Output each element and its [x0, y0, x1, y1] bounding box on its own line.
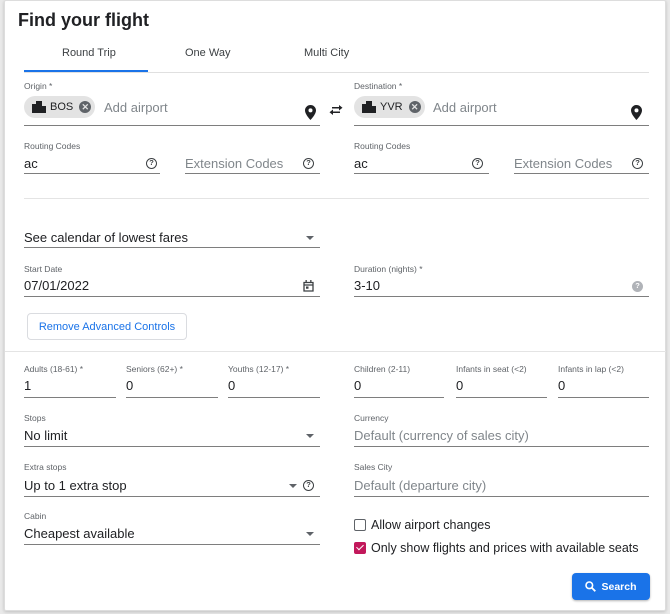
- adults-input[interactable]: 1: [24, 378, 31, 393]
- calendar-icon[interactable]: [303, 280, 314, 292]
- help-icon[interactable]: ?: [632, 281, 643, 292]
- caret-down-icon[interactable]: [306, 532, 314, 536]
- infants-seat-underline: [456, 397, 547, 398]
- infants-seat-input[interactable]: 0: [456, 378, 463, 393]
- section-divider: [5, 351, 666, 352]
- remove-advanced-controls-button[interactable]: Remove Advanced Controls: [27, 313, 187, 340]
- destination-airport-chip[interactable]: YVR ✕: [354, 96, 425, 118]
- extra-stops-label: Extra stops: [24, 462, 67, 472]
- origin-routing-input[interactable]: ac: [24, 156, 38, 171]
- stops-label: Stops: [24, 413, 46, 423]
- infants-lap-underline: [558, 397, 649, 398]
- calendar-select-underline: [24, 247, 320, 248]
- youths-underline: [228, 397, 320, 398]
- location-pin-icon[interactable]: [305, 105, 316, 120]
- stops-underline: [24, 446, 320, 447]
- caret-down-icon[interactable]: [306, 434, 314, 438]
- origin-airport-input[interactable]: Add airport: [104, 100, 168, 115]
- origin-chip-label: BOS: [50, 101, 74, 113]
- section-divider: [24, 198, 649, 199]
- extra-stops-underline: [24, 496, 320, 497]
- cabin-underline: [24, 544, 320, 545]
- calendar-select[interactable]: See calendar of lowest fares: [24, 230, 188, 245]
- stops-select[interactable]: No limit: [24, 428, 67, 443]
- origin-label: Origin *: [24, 81, 53, 91]
- children-label: Children (2-11): [354, 364, 411, 374]
- help-icon[interactable]: ?: [303, 480, 314, 491]
- location-pin-icon[interactable]: [631, 105, 642, 120]
- caret-down-icon[interactable]: [306, 236, 314, 240]
- destination-label: Destination *: [354, 81, 403, 91]
- destination-underline: [354, 125, 649, 126]
- destination-airport-input[interactable]: Add airport: [433, 100, 497, 115]
- sales-city-underline: [354, 496, 649, 497]
- flight-search-card: Find your flight Round Trip One Way Mult…: [4, 0, 666, 611]
- adults-label: Adults (18-61) *: [24, 364, 84, 374]
- infants-seat-label: Infants in seat (<2): [456, 364, 527, 374]
- destination-extension-underline: [514, 173, 649, 174]
- page-title: Find your flight: [18, 10, 149, 30]
- sales-city-input[interactable]: Default (departure city): [354, 478, 486, 493]
- tab-divider: [24, 72, 649, 73]
- remove-origin-icon[interactable]: ✕: [79, 101, 92, 113]
- destination-routing-underline: [354, 173, 489, 174]
- currency-underline: [354, 446, 649, 447]
- sales-city-label: Sales City: [354, 462, 393, 472]
- duration-underline: [354, 296, 649, 297]
- search-button-label: Search: [601, 580, 637, 593]
- caret-down-icon[interactable]: [289, 484, 297, 488]
- children-input[interactable]: 0: [354, 378, 361, 393]
- swap-arrows-icon[interactable]: [329, 105, 343, 115]
- youths-input[interactable]: 0: [228, 378, 235, 393]
- destination-chip-label: YVR: [380, 101, 403, 113]
- tab-round-trip[interactable]: Round Trip: [62, 47, 116, 59]
- allow-airport-changes-checkbox[interactable]: [354, 519, 366, 531]
- origin-underline: [24, 125, 320, 126]
- adults-underline: [24, 397, 116, 398]
- seniors-underline: [126, 397, 218, 398]
- help-icon[interactable]: ?: [303, 158, 314, 169]
- infants-lap-input[interactable]: 0: [558, 378, 565, 393]
- start-date-input[interactable]: 07/01/2022: [24, 278, 89, 293]
- duration-input[interactable]: 3-10: [354, 278, 380, 293]
- city-icon: [32, 101, 46, 113]
- currency-input[interactable]: Default (currency of sales city): [354, 428, 529, 443]
- origin-extension-input[interactable]: Extension Codes: [185, 156, 283, 171]
- help-icon[interactable]: ?: [472, 158, 483, 169]
- search-icon: [585, 581, 597, 592]
- start-date-underline: [24, 296, 320, 297]
- allow-airport-changes-label[interactable]: Allow airport changes: [371, 518, 491, 532]
- origin-routing-label: Routing Codes: [24, 141, 81, 151]
- origin-routing-underline: [24, 173, 160, 174]
- origin-extension-underline: [185, 173, 320, 174]
- tab-one-way[interactable]: One Way: [185, 47, 230, 59]
- available-seats-checkbox[interactable]: [354, 542, 366, 554]
- destination-routing-input[interactable]: ac: [354, 156, 368, 171]
- seniors-input[interactable]: 0: [126, 378, 133, 393]
- children-underline: [354, 397, 444, 398]
- help-icon[interactable]: ?: [632, 158, 643, 169]
- city-icon: [362, 101, 376, 113]
- available-seats-label[interactable]: Only show flights and prices with availa…: [371, 541, 639, 555]
- destination-routing-label: Routing Codes: [354, 141, 411, 151]
- currency-label: Currency: [354, 413, 389, 423]
- cabin-select[interactable]: Cheapest available: [24, 526, 135, 541]
- cabin-label: Cabin: [24, 511, 47, 521]
- seniors-label: Seniors (62+) *: [126, 364, 183, 374]
- search-button[interactable]: Search: [572, 573, 650, 600]
- destination-extension-input[interactable]: Extension Codes: [514, 156, 612, 171]
- remove-destination-icon[interactable]: ✕: [408, 101, 421, 113]
- help-icon[interactable]: ?: [146, 158, 157, 169]
- youths-label: Youths (12-17) *: [228, 364, 290, 374]
- infants-lap-label: Infants in lap (<2): [558, 364, 624, 374]
- tab-multi-city[interactable]: Multi City: [304, 47, 349, 59]
- start-date-label: Start Date: [24, 264, 63, 274]
- origin-airport-chip[interactable]: BOS ✕: [24, 96, 96, 118]
- extra-stops-select[interactable]: Up to 1 extra stop: [24, 478, 127, 493]
- duration-label: Duration (nights) *: [354, 264, 423, 274]
